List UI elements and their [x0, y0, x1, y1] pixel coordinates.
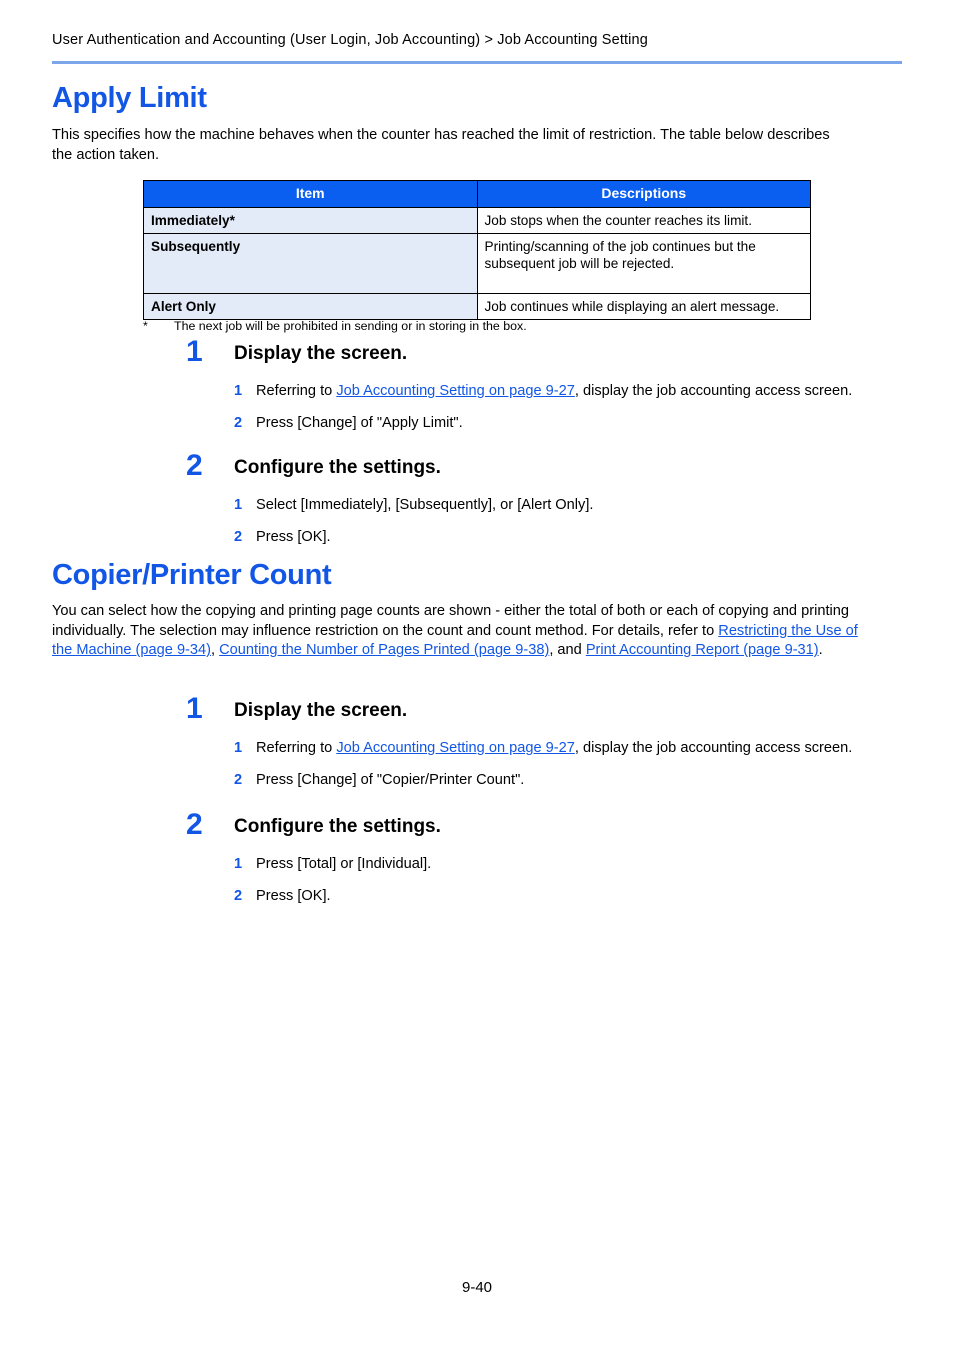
list-item: 2 Press [Change] of "Copier/Printer Count… — [234, 771, 914, 791]
substep-list: 1 Referring to Job Accounting Setting on … — [234, 382, 914, 433]
list-item: 1 Press [Total] or [Individual]. — [234, 855, 914, 875]
intro-paragraph-apply-limit: This specifies how the machine behaves w… — [52, 127, 830, 163]
step-block-apply-limit-2: 2 Configure the settings. 1 Select [Immed… — [186, 451, 914, 547]
cross-reference-link[interactable]: Job Accounting Setting on page 9-27 — [336, 740, 575, 756]
list-item: 1 Select [Immediately], [Subsequently], o… — [234, 496, 914, 516]
substep-list: 1 Referring to Job Accounting Setting on … — [234, 739, 914, 790]
column-header-item: Item — [143, 180, 478, 208]
substep-number: 2 — [234, 887, 243, 904]
step-block-copier-count-2: 2 Configure the settings. 1 Press [Total]… — [186, 810, 914, 906]
cross-reference-link-print-accounting-report[interactable]: Print Accounting Report (page 9-31) — [586, 642, 819, 658]
cell-description-alert-only: Job continues while displaying an alert … — [476, 293, 811, 320]
substep-text-prefix: Press [Change] of "Copier/Printer Count"… — [256, 771, 525, 788]
table-row: Alert Only Job continues while displayin… — [143, 293, 811, 320]
step-heading: 2 Configure the settings. — [186, 810, 914, 847]
breadcrumb: User Authentication and Accounting (User… — [52, 32, 648, 48]
paragraph-separator-1: , — [211, 642, 220, 659]
substep-number: 1 — [234, 740, 243, 756]
substep-text-prefix: Press [OK]. — [256, 528, 331, 545]
substep-text-prefix: Referring to — [256, 740, 337, 756]
substep-list: 1 Press [Total] or [Individual]. 2 Press [… — [234, 855, 914, 906]
intro-paragraph-copier-printer-count: You can select how the copying and print… — [52, 602, 880, 661]
page-title-apply-limit: Apply Limit — [52, 82, 207, 114]
cell-description-immediately: Job stops when the counter reaches its l… — [476, 207, 811, 234]
table-footnote: * The next job will be prohibited in send… — [143, 318, 527, 334]
table-row: Subsequently Printing/scanning of the jo… — [143, 233, 811, 294]
step-title: Configure the settings. — [234, 457, 441, 478]
list-item: 2 Press [OK]. — [234, 887, 914, 907]
step-title: Display the screen. — [234, 700, 408, 721]
substep-list: 1 Select [Immediately], [Subsequently], o… — [234, 496, 914, 547]
step-block-apply-limit-1: 1 Display the screen. 1 Referring to Job … — [186, 337, 914, 433]
apply-limit-table: Item Descriptions Immediately* Job stops… — [143, 180, 811, 320]
document-page: User Authentication and Accounting (User… — [0, 0, 954, 1350]
page-title-copier-printer-count: Copier/Printer Count — [52, 559, 332, 591]
step-heading: 1 Display the screen. — [186, 694, 914, 731]
substep-text-suffix: , display the job accounting access scre… — [574, 383, 853, 399]
substep-text-prefix: Referring to — [256, 383, 337, 399]
footnote-marker: * — [143, 319, 148, 333]
list-item: 1 Referring to Job Accounting Setting on … — [234, 382, 914, 402]
list-item: 2 Press [Change] of "Apply Limit". — [234, 414, 914, 434]
cell-description-subsequently: Printing/scanning of the job continues b… — [476, 233, 811, 294]
footnote-text: The next job will be prohibited in sendi… — [174, 319, 527, 333]
paragraph-text-end: . — [818, 642, 823, 659]
step-number: 2 — [186, 808, 203, 841]
step-heading: 2 Configure the settings. — [186, 451, 914, 488]
step-heading: 1 Display the screen. — [186, 337, 914, 374]
cell-item-immediately: Immediately* — [143, 207, 478, 234]
substep-text-prefix: Select [Immediately], [Subsequently], or… — [256, 497, 594, 513]
cell-item-alert-only: Alert Only — [143, 293, 478, 320]
cell-item-subsequently: Subsequently — [143, 233, 478, 294]
paragraph-separator-2: , and — [549, 642, 586, 659]
substep-number: 2 — [234, 771, 243, 788]
step-title: Configure the settings. — [234, 816, 441, 837]
table-row: Immediately* Job stops when the counter … — [143, 207, 811, 234]
header-divider — [52, 61, 902, 64]
table-header-row: Item Descriptions — [143, 180, 811, 208]
step-number: 2 — [186, 449, 203, 482]
cross-reference-link-counting-pages[interactable]: Counting the Number of Pages Printed (pa… — [219, 642, 549, 658]
substep-number: 1 — [234, 856, 243, 872]
substep-text-prefix: Press [Total] or [Individual]. — [256, 856, 432, 872]
substep-text-suffix: , display the job accounting access scre… — [574, 740, 853, 756]
substep-text-prefix: Press [Change] of "Apply Limit". — [256, 414, 463, 431]
substep-number: 1 — [234, 497, 243, 513]
table-header: Item Descriptions — [143, 180, 811, 208]
column-header-descriptions: Descriptions — [476, 180, 811, 208]
step-title: Display the screen. — [234, 343, 408, 364]
step-number: 1 — [186, 335, 203, 368]
list-item: 2 Press [OK]. — [234, 528, 914, 548]
table-body: Immediately* Job stops when the counter … — [143, 207, 811, 320]
substep-text-prefix: Press [OK]. — [256, 887, 331, 904]
step-block-copier-count-1: 1 Display the screen. 1 Referring to Job … — [186, 694, 914, 790]
substep-number: 1 — [234, 383, 243, 399]
page-number: 9-40 — [461, 1279, 493, 1296]
substep-number: 2 — [234, 414, 243, 431]
cross-reference-link[interactable]: Job Accounting Setting on page 9-27 — [336, 383, 575, 399]
apply-limit-table-wrapper: Item Descriptions Immediately* Job stops… — [143, 180, 811, 320]
substep-number: 2 — [234, 528, 243, 545]
list-item: 1 Referring to Job Accounting Setting on … — [234, 739, 914, 759]
step-number: 1 — [186, 692, 203, 725]
